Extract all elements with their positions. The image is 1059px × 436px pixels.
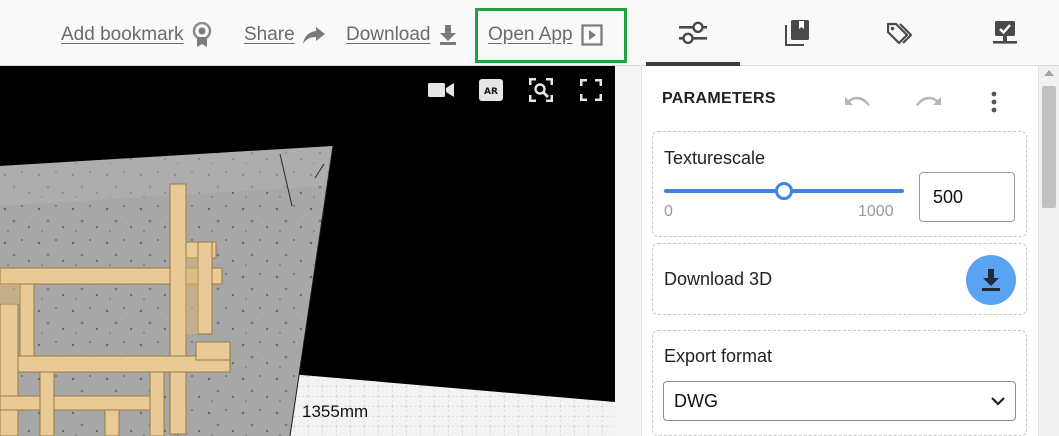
- export-format-card: Export format DWG: [652, 330, 1027, 436]
- award-ribbon-icon: [192, 22, 211, 47]
- download-3d-button[interactable]: [966, 255, 1016, 305]
- svg-text:AR: AR: [484, 87, 498, 97]
- share-button[interactable]: Share: [244, 22, 325, 48]
- add-bookmark-button[interactable]: Add bookmark: [61, 22, 212, 48]
- texturescale-slider-thumb[interactable]: [775, 182, 793, 200]
- download-button[interactable]: Download: [346, 22, 457, 48]
- tags-icon: [887, 22, 913, 45]
- chevron-down-icon: [991, 396, 1005, 406]
- tab-parameters[interactable]: [643, 0, 743, 66]
- library-icon: [785, 20, 809, 46]
- ar-icon[interactable]: AR: [477, 76, 505, 104]
- panel-title: PARAMETERS: [662, 90, 776, 107]
- texturescale-card: Texturescale 0 1000: [652, 131, 1027, 237]
- panel-gutter: [615, 66, 641, 436]
- download-3d-card: Download 3D: [652, 243, 1027, 315]
- checklist-screen-icon: [993, 21, 1017, 44]
- undo-button[interactable]: [844, 88, 872, 116]
- add-bookmark-label: Add bookmark: [61, 24, 184, 45]
- download-label: Download: [346, 24, 431, 45]
- scroll-up-arrow-icon[interactable]: [1044, 70, 1054, 76]
- viewer-toolbar: AR: [427, 76, 605, 104]
- slider-min-label: 0: [664, 203, 673, 220]
- texturescale-label: Texturescale: [664, 148, 766, 168]
- redo-button[interactable]: [914, 88, 942, 116]
- tab-library[interactable]: [747, 0, 847, 66]
- slider-max-label: 1000: [858, 203, 894, 220]
- zoom-fit-icon[interactable]: [527, 76, 555, 104]
- undo-icon: [845, 96, 870, 106]
- top-toolbar: Add bookmark Share Download Open App: [0, 0, 1059, 66]
- dimension-label: 1355mm: [302, 402, 369, 421]
- redo-icon: [916, 96, 941, 106]
- open-app-button[interactable]: Open App: [488, 22, 603, 48]
- 3d-scene-render: [0, 145, 615, 436]
- tab-review[interactable]: [955, 0, 1055, 66]
- share-label: Share: [244, 24, 295, 45]
- play-box-icon: [580, 24, 603, 46]
- fullscreen-icon[interactable]: [577, 76, 605, 104]
- tab-tags[interactable]: [851, 0, 951, 66]
- scrollbar-thumb[interactable]: [1042, 86, 1056, 208]
- export-format-select[interactable]: DWG: [663, 381, 1016, 421]
- download-icon: [439, 25, 456, 45]
- open-app-label: Open App: [488, 24, 573, 45]
- panel-scrollbar[interactable]: [1038, 66, 1059, 436]
- video-camera-icon[interactable]: [427, 76, 455, 104]
- more-vertical-icon: [991, 91, 997, 113]
- share-arrow-icon: [302, 27, 325, 44]
- more-options-button[interactable]: [980, 88, 1008, 116]
- export-format-label: Export format: [664, 346, 773, 366]
- export-format-value: DWG: [674, 390, 718, 411]
- parameters-panel: PARAMETERS Texturescale 0 1000 Download …: [641, 66, 1038, 436]
- texturescale-input[interactable]: [919, 172, 1015, 222]
- sliders-icon: [679, 21, 707, 44]
- download-icon: [982, 269, 1000, 291]
- download-3d-label: Download 3D: [664, 269, 773, 289]
- 3d-viewer[interactable]: AR 1355mm: [0, 66, 615, 436]
